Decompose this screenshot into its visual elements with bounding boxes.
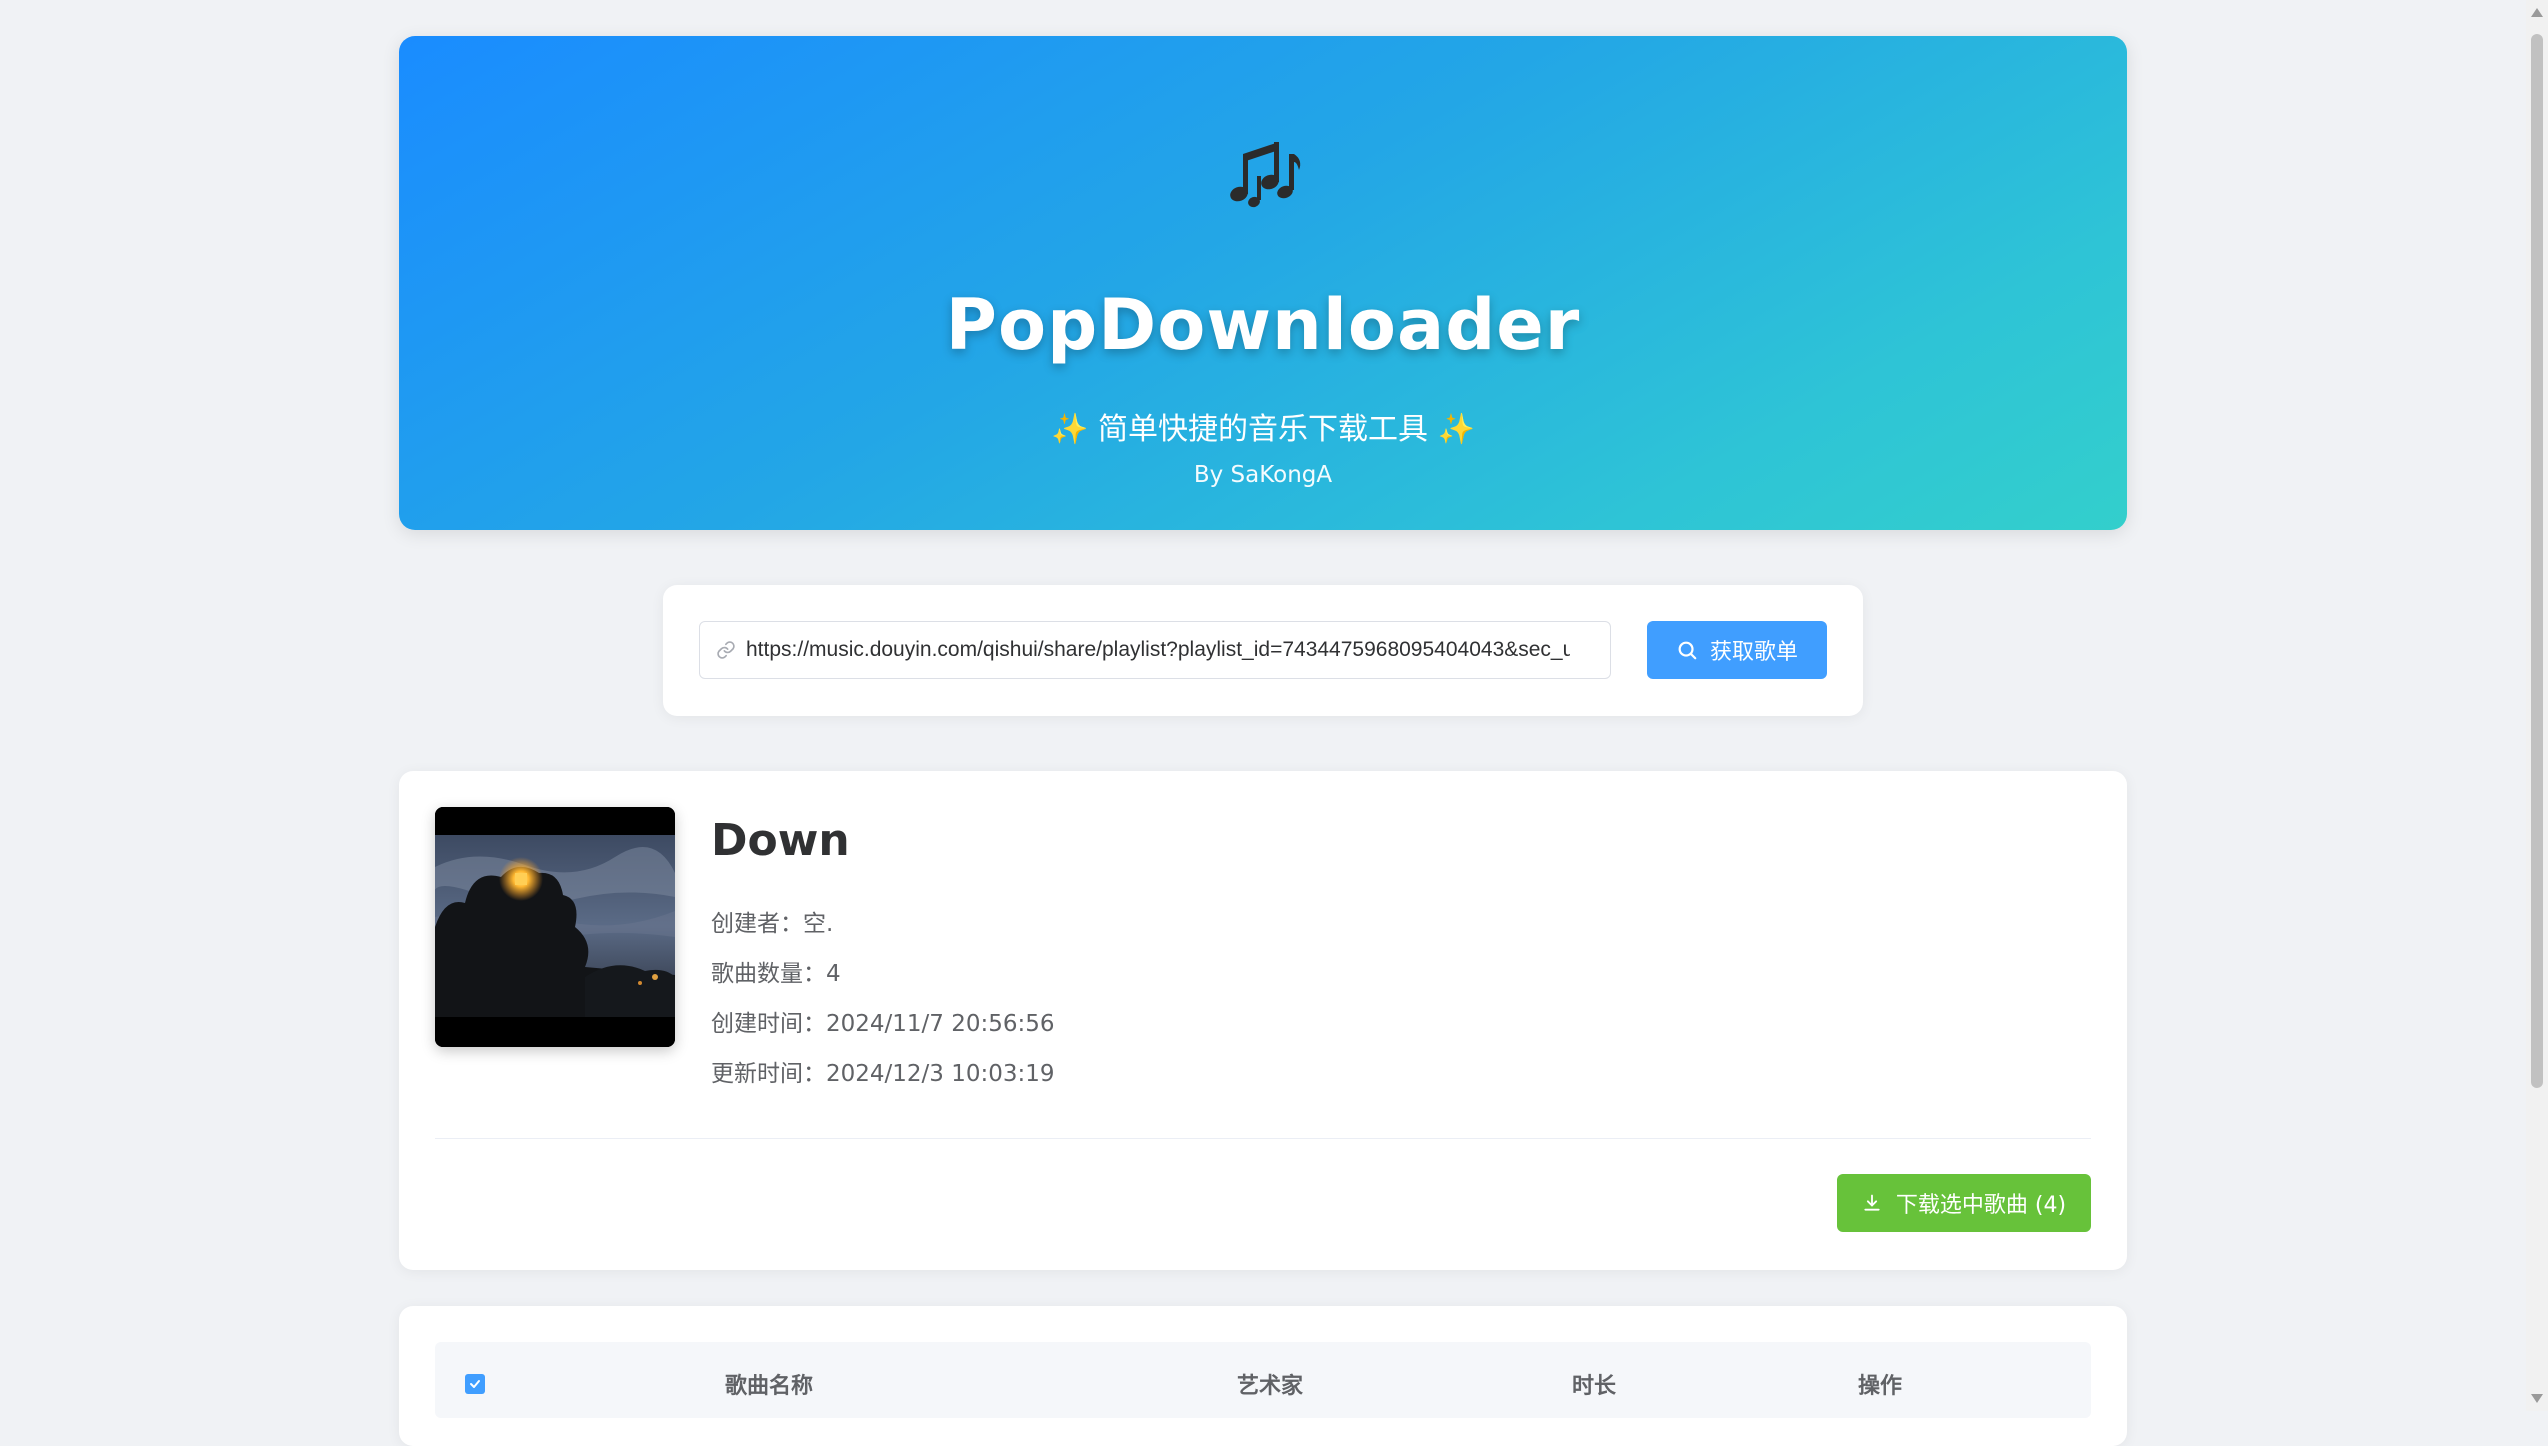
column-header-duration[interactable]: 时长	[1572, 1368, 1616, 1400]
column-header-song-name[interactable]: 歌曲名称	[725, 1368, 813, 1400]
playlist-info-card: Down 创建者：空. 歌曲数量：4 创建时间：2024/11/7 20:56:…	[399, 771, 2127, 1270]
download-icon	[1864, 1194, 1880, 1211]
link-icon	[717, 641, 735, 659]
author-credit: By SaKongA	[1193, 462, 1333, 488]
subtitle-text: 简单快捷的音乐下载工具	[1098, 412, 1428, 447]
page-scrollbar[interactable]	[2526, 0, 2548, 1411]
created-time-label: 创建时间：	[711, 1011, 826, 1037]
creator-row: 创建者：空.	[711, 904, 833, 938]
divider	[435, 1138, 2091, 1139]
scroll-up-arrow-icon[interactable]	[2531, 8, 2543, 17]
playlist-url-input[interactable]	[746, 638, 1570, 662]
song-count-row: 歌曲数量：4	[711, 954, 841, 988]
created-time-row: 创建时间：2024/11/7 20:56:56	[711, 1004, 1055, 1038]
sparkle-right-icon: ✨	[1437, 412, 1475, 447]
column-header-actions: 操作	[1857, 1374, 1903, 1399]
updated-time-value: 2024/12/3 10:03:19	[826, 1061, 1055, 1087]
scroll-down-arrow-icon[interactable]	[2531, 1394, 2543, 1403]
column-header-artist[interactable]: 艺术家	[1237, 1368, 1303, 1400]
playlist-cover-image	[435, 807, 675, 1047]
fetch-playlist-button[interactable]: 获取歌单	[1647, 621, 1827, 679]
search-icon	[1678, 641, 1697, 660]
updated-time-label: 更新时间：	[711, 1061, 826, 1087]
song-table-card: 歌曲名称 艺术家 时长 操作	[399, 1306, 2127, 1446]
select-all-checkbox[interactable]	[465, 1374, 485, 1394]
sparkle-left-icon: ✨	[1051, 412, 1089, 447]
creator-label: 创建者：	[711, 911, 803, 937]
check-icon	[470, 1380, 480, 1388]
scrollbar-thumb[interactable]	[2531, 34, 2543, 1088]
download-selected-label: 下载选中歌曲 (4)	[1895, 1193, 2067, 1218]
song-count-label: 歌曲数量：	[711, 961, 826, 987]
song-count-value: 4	[826, 961, 841, 987]
fetch-playlist-label: 获取歌单	[1709, 640, 1798, 665]
app-subtitle: ✨ 简单快捷的音乐下载工具 ✨	[399, 404, 2127, 448]
hero-header: PopDownloader ✨ 简单快捷的音乐下载工具 ✨ By SaKongA	[399, 36, 2127, 530]
playlist-url-field[interactable]	[699, 621, 1611, 679]
search-card: 获取歌单	[663, 585, 1863, 716]
created-time-value: 2024/11/7 20:56:56	[826, 1011, 1055, 1037]
creator-value: 空.	[803, 911, 834, 937]
music-notes-icon	[399, 132, 2127, 222]
download-selected-button[interactable]: 下载选中歌曲 (4)	[1837, 1174, 2091, 1232]
playlist-title: Down	[711, 815, 850, 866]
table-header: 歌曲名称 艺术家 时长 操作	[435, 1342, 2091, 1418]
app-title: PopDownloader	[945, 284, 1581, 366]
updated-time-row: 更新时间：2024/12/3 10:03:19	[711, 1054, 1055, 1088]
